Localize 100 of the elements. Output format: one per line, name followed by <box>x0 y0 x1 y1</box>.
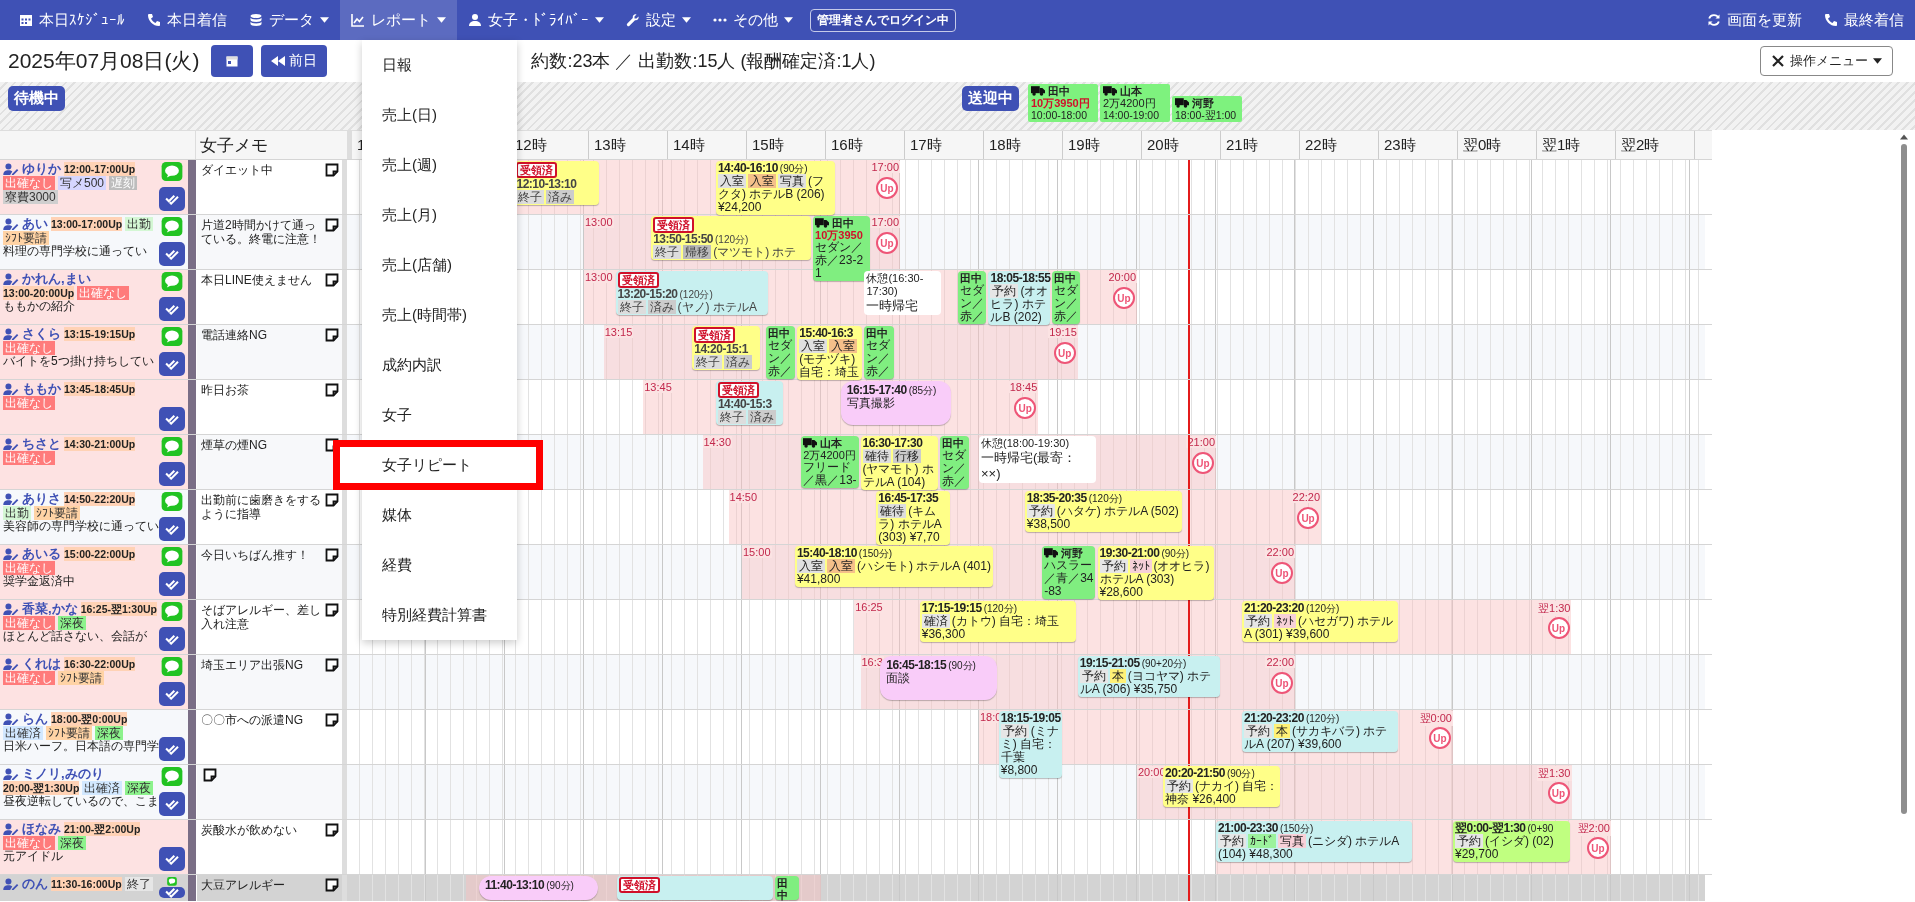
nav-menu-item[interactable]: データ <box>238 0 340 40</box>
sticky-note-icon[interactable] <box>325 823 339 837</box>
menu-item[interactable]: 女子 <box>362 390 517 440</box>
confirm-check-button[interactable] <box>159 737 185 761</box>
girl-name[interactable]: ちさと <box>22 437 61 451</box>
user-edit-icon[interactable] <box>3 768 19 780</box>
confirm-check-button[interactable] <box>159 517 185 541</box>
confirm-check-button[interactable] <box>159 187 185 211</box>
booking-card[interactable]: 21:00-23:30 (150分) 予約 ｶｰﾄﾞ 写真 (ニシダ) ホテルA (104) ¥48,300 <box>1216 821 1412 862</box>
booking-card[interactable]: 19:15-21:05 (90+20分) 予約 本 (ヨコヤマ) ホテルA (306) ¥35,750 <box>1077 656 1221 697</box>
up-button[interactable]: Up <box>1271 562 1293 584</box>
booking-card[interactable]: 18:35-20:35 (120分) 予約 (ハタケ) ホテルA (502) ¥38,500 <box>1024 491 1183 532</box>
up-button[interactable]: Up <box>1429 727 1451 749</box>
user-edit-icon[interactable] <box>3 603 19 615</box>
sticky-note-icon[interactable] <box>325 713 339 727</box>
sticky-note-icon[interactable] <box>325 273 339 287</box>
confirm-check-button[interactable] <box>159 682 185 706</box>
user-edit-icon[interactable] <box>3 218 19 230</box>
scroll-up-icon[interactable] <box>1900 134 1908 140</box>
girl-name[interactable]: ありさ <box>22 492 61 506</box>
nav-link[interactable]: 画面を更新 <box>1696 0 1813 40</box>
driver-card[interactable]: 河野 ハスラー／青／34-83 <box>1042 546 1096 599</box>
menu-item[interactable]: 媒体 <box>362 490 517 540</box>
user-edit-icon[interactable] <box>3 548 19 560</box>
user-edit-icon[interactable] <box>3 383 19 395</box>
girl-name[interactable]: ミノリ,みのり <box>22 767 104 781</box>
booking-card[interactable]: 翌0:00-翌1:30 (0+90 予約 (イシダ) (02) ¥29,700 <box>1453 821 1570 862</box>
driver-card[interactable]: 河野 18:00-翌1:00 <box>1172 96 1242 122</box>
driver-card[interactable]: 山本 2万4200円 フリード／黒／13- <box>801 436 859 488</box>
nav-menu-item[interactable]: 本日ｽｹｼﾞｭｰﾙ <box>8 0 136 40</box>
booking-card[interactable]: 16:45-17:35 確待 (キムラ) ホテルA (303) ¥7,70 <box>876 491 951 545</box>
driver-card[interactable]: 田中 10万3950円 10:00-18:00 <box>1028 84 1098 122</box>
break-card[interactable]: 休憩(16:30-17:30) 一時帰宅 <box>864 271 942 315</box>
booking-card[interactable]: 受領済 14:20-15:1 終子 済み <box>692 326 760 370</box>
up-button[interactable]: Up <box>876 232 898 254</box>
sticky-note-icon[interactable] <box>325 548 339 562</box>
confirm-check-button[interactable] <box>159 886 185 898</box>
sticky-note-icon[interactable] <box>203 768 217 782</box>
operation-menu-button[interactable]: 操作メニュー <box>1760 46 1893 76</box>
confirm-check-button[interactable] <box>159 462 185 486</box>
menu-item[interactable]: 売上(時間帯) <box>362 290 517 340</box>
user-edit-icon[interactable] <box>3 878 19 890</box>
confirm-check-button[interactable] <box>159 352 185 376</box>
nav-menu-item[interactable]: レポート <box>340 0 457 40</box>
sticky-note-icon[interactable] <box>325 878 339 892</box>
booking-card[interactable]: 19:30-21:00 (90分) 予約 ﾈｯﾄ (オオヒラ) ホテルA (303) ¥28,600 <box>1097 546 1214 600</box>
girl-name[interactable]: くれは <box>22 657 61 671</box>
confirm-check-button[interactable] <box>159 847 185 871</box>
user-edit-icon[interactable] <box>3 493 19 505</box>
booking-card[interactable]: 受領済 14:40-15:3 終子 済み <box>715 381 784 425</box>
nav-menu-item[interactable]: その他 <box>702 0 804 40</box>
sticky-note-icon[interactable] <box>325 328 339 342</box>
confirm-check-button[interactable] <box>159 407 185 431</box>
booking-card[interactable]: 18:15-19:05 予約 (ミナミ) 自宅：千葉 ¥8,800 <box>998 711 1063 778</box>
menu-item[interactable]: 売上(店舗) <box>362 240 517 290</box>
nav-menu-item[interactable]: 設定 <box>615 0 702 40</box>
confirm-check-button[interactable] <box>159 297 185 321</box>
user-edit-icon[interactable] <box>3 438 19 450</box>
nav-link[interactable]: 最終着信 <box>1813 0 1915 40</box>
girl-name[interactable]: さくら <box>22 327 61 341</box>
girl-name[interactable]: のん <box>22 877 48 891</box>
booking-card[interactable]: 受領済 12:10-13:10 終子 済み <box>514 161 600 205</box>
driver-card[interactable]: 田中 <box>775 876 800 900</box>
booking-card[interactable]: 受領済 13:50-15:50 (120分) 終子 帰移 (マツモト) ホテ <box>651 216 812 260</box>
event-card[interactable]: 11:40-13:10 (90分) <box>478 876 598 900</box>
girl-name[interactable]: ももか <box>22 382 61 396</box>
girl-name[interactable]: あい <box>22 217 48 231</box>
break-card[interactable]: 休憩(18:00-19:30) 一時帰宅(最寄：××) <box>979 436 1096 483</box>
user-edit-icon[interactable] <box>3 823 19 835</box>
driver-card[interactable]: 田中 セダン／赤／ <box>939 436 970 489</box>
girl-name[interactable]: ほなみ <box>22 822 61 836</box>
booking-card[interactable]: 16:30-17:30 確待 行移 (ヤマモト) ホテルA (104) <box>860 436 938 490</box>
girl-name[interactable]: ゆりか <box>22 162 61 176</box>
menu-item[interactable]: 成約内訳 <box>362 340 517 390</box>
previous-day-button[interactable]: 前日 <box>261 45 328 77</box>
up-button[interactable]: Up <box>876 177 898 199</box>
menu-item[interactable]: 特別経費計算書 <box>362 590 517 640</box>
confirm-check-button[interactable] <box>159 792 185 816</box>
girl-name[interactable]: あいる <box>22 547 61 561</box>
user-edit-icon[interactable] <box>3 658 19 670</box>
menu-item[interactable]: 経費 <box>362 540 517 590</box>
user-edit-icon[interactable] <box>3 163 19 175</box>
confirm-check-button[interactable] <box>159 627 185 651</box>
user-edit-icon[interactable] <box>3 273 19 285</box>
confirm-check-button[interactable] <box>159 242 185 266</box>
booking-card[interactable]: 20:20-21:50 (90分) 予約 (ナカイ) 自宅：神奈 ¥26,400 <box>1163 766 1280 807</box>
booking-card[interactable]: 14:40-16:10 (90分) 入室 入室 写真 (フクタ) ホテルB (206) ¥24,200 <box>715 161 835 215</box>
user-edit-icon[interactable] <box>3 713 19 725</box>
girl-name[interactable]: 香菜,かな <box>22 602 78 616</box>
nav-menu-item[interactable]: 本日着信 <box>136 0 238 40</box>
booking-card[interactable]: 15:40-16:3 入室 入室 (モチヅキ) 自宅：埼玉 <box>797 326 863 380</box>
driver-card[interactable]: 田中 セダン／赤／ <box>765 326 796 379</box>
driver-card[interactable]: 山本 2万4200円 14:00-19:00 <box>1100 84 1170 122</box>
menu-item[interactable]: 女子リピート <box>333 440 543 490</box>
sticky-note-icon[interactable] <box>325 218 339 232</box>
driver-card[interactable]: 田中 セダン／赤／ <box>864 326 895 379</box>
scrollbar-thumb[interactable] <box>1901 144 1907 814</box>
booking-card[interactable]: 受領済 <box>617 876 774 900</box>
sticky-note-icon[interactable] <box>325 383 339 397</box>
sticky-note-icon[interactable] <box>325 658 339 672</box>
